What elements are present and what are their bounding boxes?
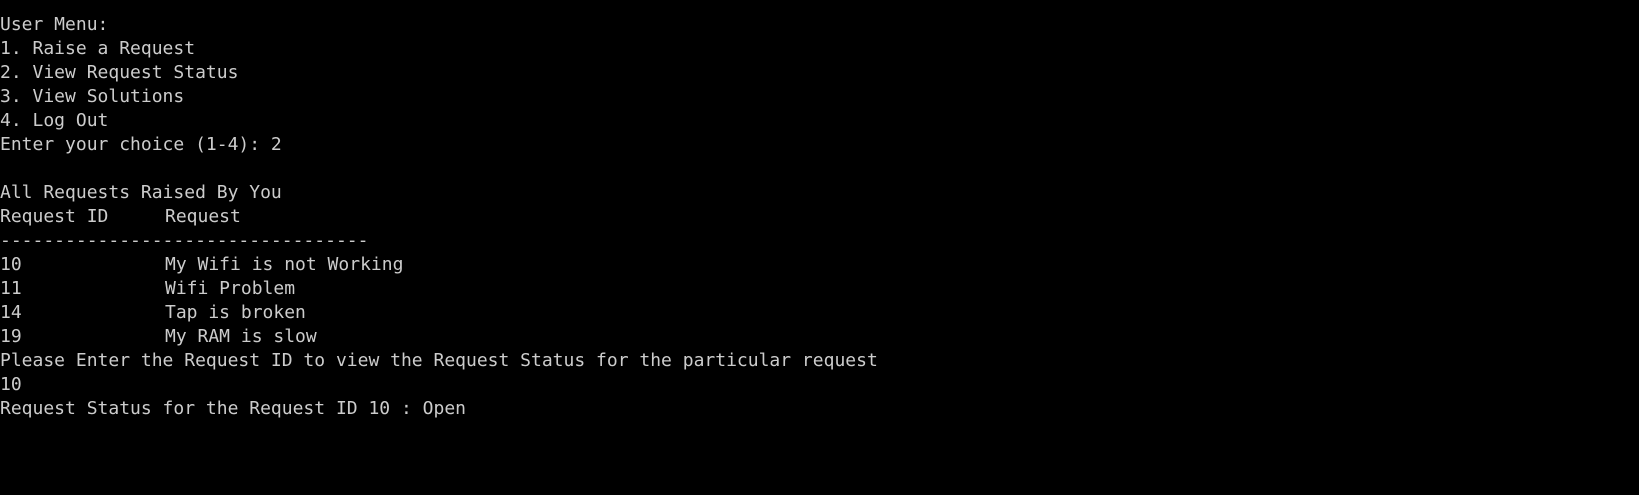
table-row: 14 Tap is broken xyxy=(0,301,1639,325)
status-input-echo: 10 xyxy=(0,374,22,395)
column-header-request: Request xyxy=(165,206,241,227)
requests-heading: All Requests Raised By You xyxy=(0,182,282,203)
request-id-cell: 19 xyxy=(0,326,22,347)
request-text-cell: My RAM is slow xyxy=(165,326,317,347)
request-text-cell: My Wifi is not Working xyxy=(165,254,404,275)
table-row: 19 My RAM is slow xyxy=(0,325,1639,349)
table-header: Request ID Request xyxy=(0,205,1639,229)
menu-title: User Menu: xyxy=(0,14,109,35)
status-prompt: Please Enter the Request ID to view the … xyxy=(0,350,878,371)
menu-item-view-status: 2. View Request Status xyxy=(0,62,239,83)
request-id-cell: 14 xyxy=(0,302,22,323)
console-window[interactable]: User Menu: 1. Raise a Request 2. View Re… xyxy=(0,0,1639,495)
request-id-cell: 11 xyxy=(0,278,22,299)
request-text-cell: Wifi Problem xyxy=(165,278,296,299)
menu-item-log-out: 4. Log Out xyxy=(0,110,109,131)
table-separator: ---------------------------------- xyxy=(0,230,369,251)
status-result: Request Status for the Request ID 10 : O… xyxy=(0,398,466,419)
choice-prompt: Enter your choice (1-4): 2 xyxy=(0,134,282,155)
table-row: 11 Wifi Problem xyxy=(0,277,1639,301)
request-text-cell: Tap is broken xyxy=(165,302,306,323)
column-header-request-id: Request ID xyxy=(0,206,109,227)
request-id-cell: 10 xyxy=(0,254,22,275)
menu-item-view-solutions: 3. View Solutions xyxy=(0,86,185,107)
menu-item-raise-request: 1. Raise a Request xyxy=(0,38,196,59)
table-row: 10 My Wifi is not Working xyxy=(0,253,1639,277)
